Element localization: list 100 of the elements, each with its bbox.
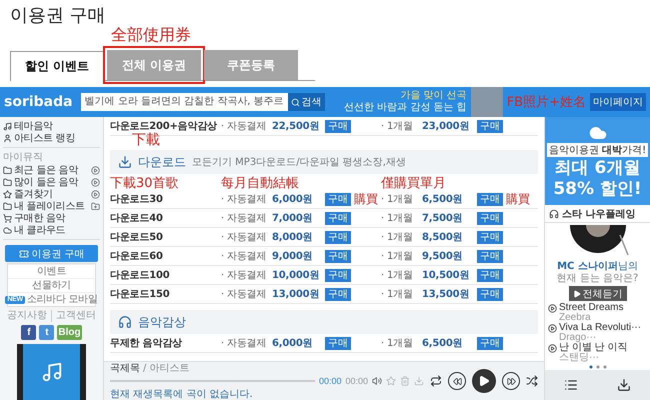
total-time: 00:00: [345, 376, 368, 386]
play-icon: [572, 290, 580, 298]
play-circle-icon[interactable]: [91, 178, 100, 186]
fast-forward-icon: [506, 376, 516, 386]
play-circle-icon: [548, 324, 557, 333]
promo-text: 선선한 바람과 감성 돋는 힙: [344, 102, 467, 114]
buy-button[interactable]: 구매: [325, 212, 351, 224]
sidebar-item[interactable]: 최근 들은 음악: [3, 163, 78, 177]
footer-link[interactable]: 공지사항: [3, 310, 51, 322]
payment-type: · 1개월: [381, 231, 414, 244]
price: 23,000원: [422, 120, 470, 133]
tab[interactable]: 할인 이벤트: [10, 51, 104, 81]
annotation-note: 購買: [506, 190, 530, 208]
folder-icon: [3, 202, 12, 210]
buy-button[interactable]: 구매: [325, 336, 351, 350]
section-label: 마이뮤직: [3, 152, 44, 164]
sidebar-item[interactable]: 구매한 음악: [3, 211, 66, 225]
rewind-button[interactable]: [448, 372, 466, 390]
payment-type: · 자동결제: [221, 288, 268, 301]
volume-icon[interactable]: [372, 376, 382, 386]
site-logo[interactable]: soribada: [4, 94, 73, 110]
payment-type: · 1개월: [381, 212, 414, 225]
star-icon: [3, 190, 12, 198]
price: 6,000원: [272, 193, 314, 206]
play-circle-icon: [548, 304, 557, 313]
rewind-icon: [452, 376, 462, 386]
plan-name: 다운로드30: [110, 193, 164, 206]
buy-button[interactable]: 구매: [477, 336, 503, 350]
sidebar-item[interactable]: 아티스트 랭킹: [3, 131, 76, 145]
buy-button[interactable]: 구매: [477, 288, 503, 300]
buy-button[interactable]: 구매: [477, 250, 503, 262]
plan-name: 다운로드100: [110, 269, 170, 282]
price: 7,500원: [422, 212, 464, 225]
price: 10,000원: [272, 269, 320, 282]
listen-all-button[interactable]: 전체듣기: [568, 286, 626, 301]
repeat-icon[interactable]: [430, 375, 442, 387]
payment-type: · 자동결제: [221, 337, 268, 350]
photo-placeholder: [470, 87, 503, 117]
search-field[interactable]: 벨기에 오라 들려면의 감칠한 작곡사, 봉주르: [80, 93, 288, 111]
buy-button[interactable]: 구매: [477, 192, 503, 206]
social-button[interactable]: t: [39, 325, 54, 340]
payment-type: · 1개월: [381, 337, 414, 350]
annotation-note: 僅購買單月: [381, 175, 447, 192]
banner-headline: 음악이용권 대박가격!: [546, 142, 648, 156]
buy-button[interactable]: 구매: [325, 288, 351, 300]
buy-button[interactable]: 구매: [325, 268, 351, 282]
ticket-icon: [18, 248, 29, 258]
song-item[interactable]: Viva La Revoluti··· Drago···: [545, 323, 650, 343]
menu-item[interactable]: 선물하기: [8, 278, 95, 292]
playlist-icon[interactable]: [564, 378, 578, 392]
buy-button[interactable]: 구매: [325, 250, 351, 262]
shuffle-icon[interactable]: [526, 375, 538, 387]
footer-link[interactable]: 고객센터: [51, 310, 100, 322]
star-icon[interactable]: [386, 376, 396, 386]
play-button[interactable]: [472, 369, 496, 393]
pager-dots-icon[interactable]: [588, 365, 608, 369]
price: 6,500원: [422, 193, 464, 206]
social-button[interactable]: f: [21, 325, 36, 340]
tab[interactable]: 쿠폰등록: [204, 50, 298, 80]
playlist-message: 현재 재생목록에 곡이 없습니다.: [110, 388, 254, 400]
page-title: 이용권 구매: [10, 4, 106, 28]
menu-item[interactable]: 이벤트: [8, 264, 95, 278]
payment-type: · 1개월: [381, 250, 414, 263]
music-note-icon: [3, 122, 12, 130]
sidebar-item[interactable]: 즐겨찾기: [3, 187, 53, 201]
price: 6,500원: [422, 337, 464, 350]
purchase-pass-button[interactable]: 이용권 구매: [5, 245, 98, 262]
payment-type: · 1개월: [381, 193, 414, 206]
song-item[interactable]: 난 이별 난 이직 스탠딩···: [545, 343, 650, 363]
download-icon[interactable]: [616, 378, 631, 392]
download-icon: [118, 155, 132, 169]
buy-button[interactable]: 구매: [477, 212, 503, 224]
sidebar-item[interactable]: 많이 들은 음악: [3, 175, 78, 189]
sidebar-item[interactable]: 내 플레이리스트: [3, 199, 85, 213]
sidebar-item[interactable]: 내 클라우드: [3, 223, 66, 237]
sidebar-item[interactable]: 테마음악: [3, 119, 53, 133]
buy-button[interactable]: 구매: [325, 120, 351, 132]
plan-name: 다운로드150: [110, 288, 170, 301]
payment-type: · 1개월: [381, 120, 414, 133]
plan-name: 무제한 음악감상: [110, 337, 183, 350]
buy-button[interactable]: 구매: [477, 120, 503, 132]
section-title: 음악감상: [138, 314, 186, 330]
social-button[interactable]: Blog: [57, 325, 82, 340]
mypage-button[interactable]: 마이페이지: [590, 93, 646, 111]
song-item[interactable]: Street Dreams Zeebra: [545, 303, 650, 323]
payment-type: · 자동결제: [221, 269, 268, 282]
price: 9,000원: [272, 250, 314, 263]
price: 8,000원: [272, 231, 314, 244]
buy-button[interactable]: 구매: [325, 230, 351, 244]
buy-button[interactable]: 구매: [477, 268, 503, 282]
fast-forward-button[interactable]: [502, 372, 520, 390]
play-circle-icon[interactable]: [91, 166, 100, 174]
search-button[interactable]: 검색: [288, 93, 325, 111]
play-circle-icon[interactable]: [91, 190, 100, 198]
folder-plus-icon[interactable]: [91, 202, 100, 210]
plan-name: 다운로드40: [110, 212, 164, 225]
buy-button[interactable]: 구매: [477, 230, 503, 244]
promo-banner[interactable]: 음악이용권 대박가격! 최대 6개월 58% 할인!: [545, 117, 650, 205]
user-name: MC 스나이퍼님의: [557, 261, 638, 273]
buy-button[interactable]: 구매: [325, 192, 351, 206]
